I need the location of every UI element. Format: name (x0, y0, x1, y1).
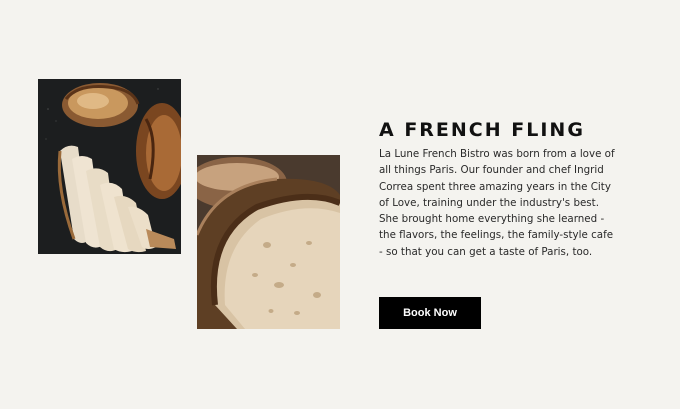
book-now-button[interactable]: Book Now (379, 297, 481, 329)
bread-photo (197, 155, 340, 329)
chicken-photo (38, 79, 181, 254)
section-title: A FRENCH FLING (379, 118, 585, 141)
section-description: La Lune French Bistro was born from a lo… (379, 148, 615, 258)
